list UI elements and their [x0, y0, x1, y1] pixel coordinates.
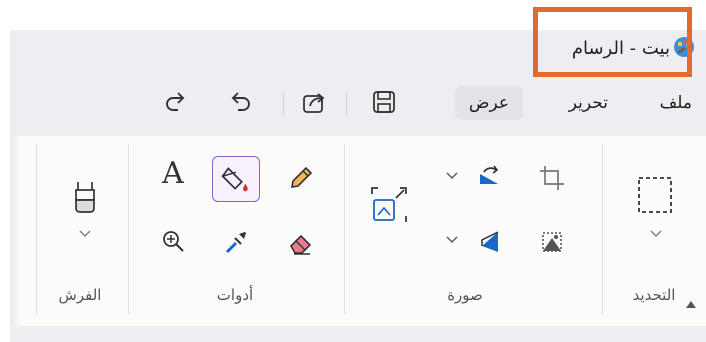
group-label-image: صورة — [447, 286, 483, 304]
menu-edit[interactable]: تحرير — [555, 86, 622, 120]
crop-icon[interactable] — [534, 160, 570, 196]
group-separator-3 — [128, 144, 129, 314]
paint-palette-icon — [674, 37, 694, 57]
menu-view[interactable]: عرض — [454, 86, 523, 120]
selection-dropdown-chevron-icon[interactable] — [648, 228, 664, 240]
redo-icon[interactable] — [158, 84, 194, 120]
remove-background-icon[interactable] — [534, 224, 570, 260]
quick-access-separator-2 — [283, 92, 284, 116]
ribbon: التحديد صورة A أدوات الفرش — [10, 136, 706, 326]
text-tool-icon[interactable]: A — [162, 156, 184, 191]
resize-image-icon[interactable] — [368, 184, 410, 226]
brush-icon[interactable] — [64, 176, 106, 220]
group-label-selection: التحديد — [632, 286, 676, 304]
group-label-brushes: الفرش — [58, 286, 102, 304]
quick-access-separator — [346, 92, 347, 116]
color-picker-icon[interactable] — [218, 224, 254, 260]
window-title: بيت - الرسام — [571, 38, 670, 59]
group-separator — [602, 144, 603, 314]
eraser-icon[interactable] — [282, 224, 318, 260]
save-icon[interactable] — [366, 84, 402, 120]
fill-bucket-icon — [221, 167, 248, 192]
select-rectangle-icon[interactable] — [635, 174, 675, 218]
undo-icon[interactable] — [222, 84, 258, 120]
ribbon-left-fade — [10, 136, 20, 342]
rotate-icon[interactable] — [472, 160, 508, 196]
group-separator-2 — [344, 144, 345, 314]
flip-dropdown-chevron-icon[interactable] — [444, 234, 460, 246]
flip-icon[interactable] — [472, 224, 508, 260]
group-separator-4 — [36, 144, 37, 314]
canvas-area-top — [10, 326, 706, 342]
brush-dropdown-chevron-icon[interactable] — [77, 228, 93, 240]
menu-bar: ملف تحرير عرض — [10, 70, 706, 136]
fill-tool-button[interactable] — [212, 156, 260, 202]
pencil-icon[interactable] — [282, 160, 318, 196]
menu-file[interactable]: ملف — [646, 86, 706, 120]
collapse-ribbon-caret-icon[interactable] — [686, 300, 696, 308]
share-icon[interactable] — [296, 84, 332, 120]
group-label-tools: أدوات — [216, 286, 254, 304]
magnifier-icon[interactable] — [156, 224, 192, 260]
paint-window: بيت - الرسام ملف تحرير عرض التحديد صورة … — [10, 30, 706, 342]
title-bar: بيت - الرسام — [10, 30, 706, 70]
rotate-dropdown-chevron-icon[interactable] — [444, 170, 460, 182]
